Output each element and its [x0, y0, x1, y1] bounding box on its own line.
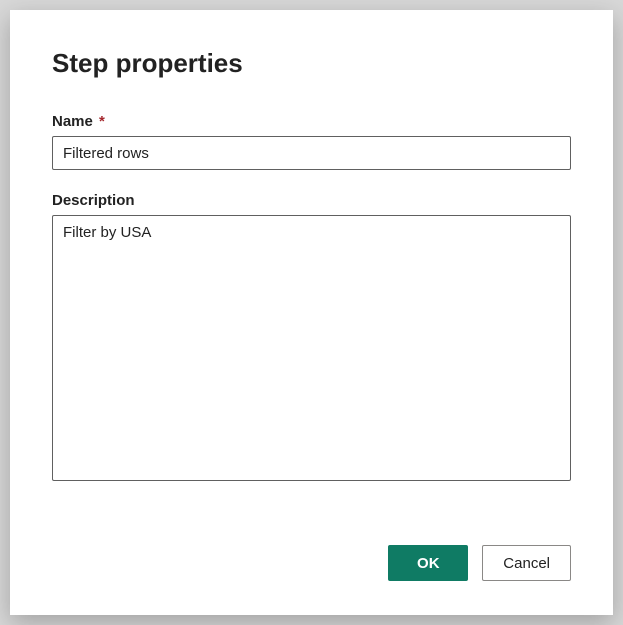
- dialog-title: Step properties: [52, 48, 571, 79]
- step-properties-dialog: Step properties Name * Description OK Ca…: [10, 10, 613, 615]
- cancel-button[interactable]: Cancel: [482, 545, 571, 581]
- name-label-text: Name: [52, 113, 93, 130]
- description-input[interactable]: [52, 215, 571, 481]
- name-label: Name *: [52, 113, 571, 130]
- description-label: Description: [52, 192, 571, 209]
- description-field-group: Description: [52, 192, 571, 481]
- required-asterisk-icon: *: [99, 113, 105, 130]
- name-input[interactable]: [52, 136, 571, 170]
- dialog-button-row: OK Cancel: [52, 521, 571, 581]
- name-field-group: Name *: [52, 113, 571, 170]
- ok-button[interactable]: OK: [388, 545, 468, 581]
